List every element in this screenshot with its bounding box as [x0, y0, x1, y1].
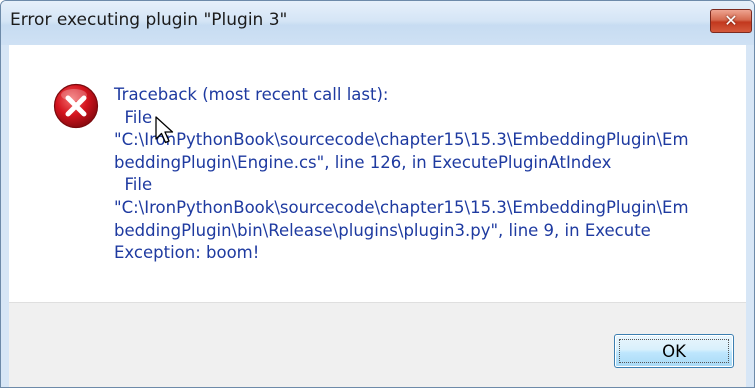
button-bar: OK — [9, 302, 746, 387]
mouse-pointer-icon — [155, 116, 174, 144]
close-icon: ✕ — [724, 11, 738, 30]
error-icon — [53, 83, 99, 129]
ok-button[interactable]: OK — [614, 334, 734, 368]
error-dialog: Error executing plugin "Plugin 3" ✕ Trac… — [0, 0, 755, 388]
dialog-title: Error executing plugin "Plugin 3" — [10, 10, 288, 30]
dialog-content: Traceback (most recent call last): File … — [9, 45, 746, 302]
window-frame-right — [746, 45, 754, 387]
ok-button-label: OK — [662, 341, 686, 361]
title-bar[interactable]: Error executing plugin "Plugin 3" ✕ — [1, 1, 754, 45]
error-message: Traceback (most recent call last): File … — [114, 85, 689, 263]
window-frame-left — [1, 45, 9, 387]
close-button[interactable]: ✕ — [710, 9, 752, 33]
